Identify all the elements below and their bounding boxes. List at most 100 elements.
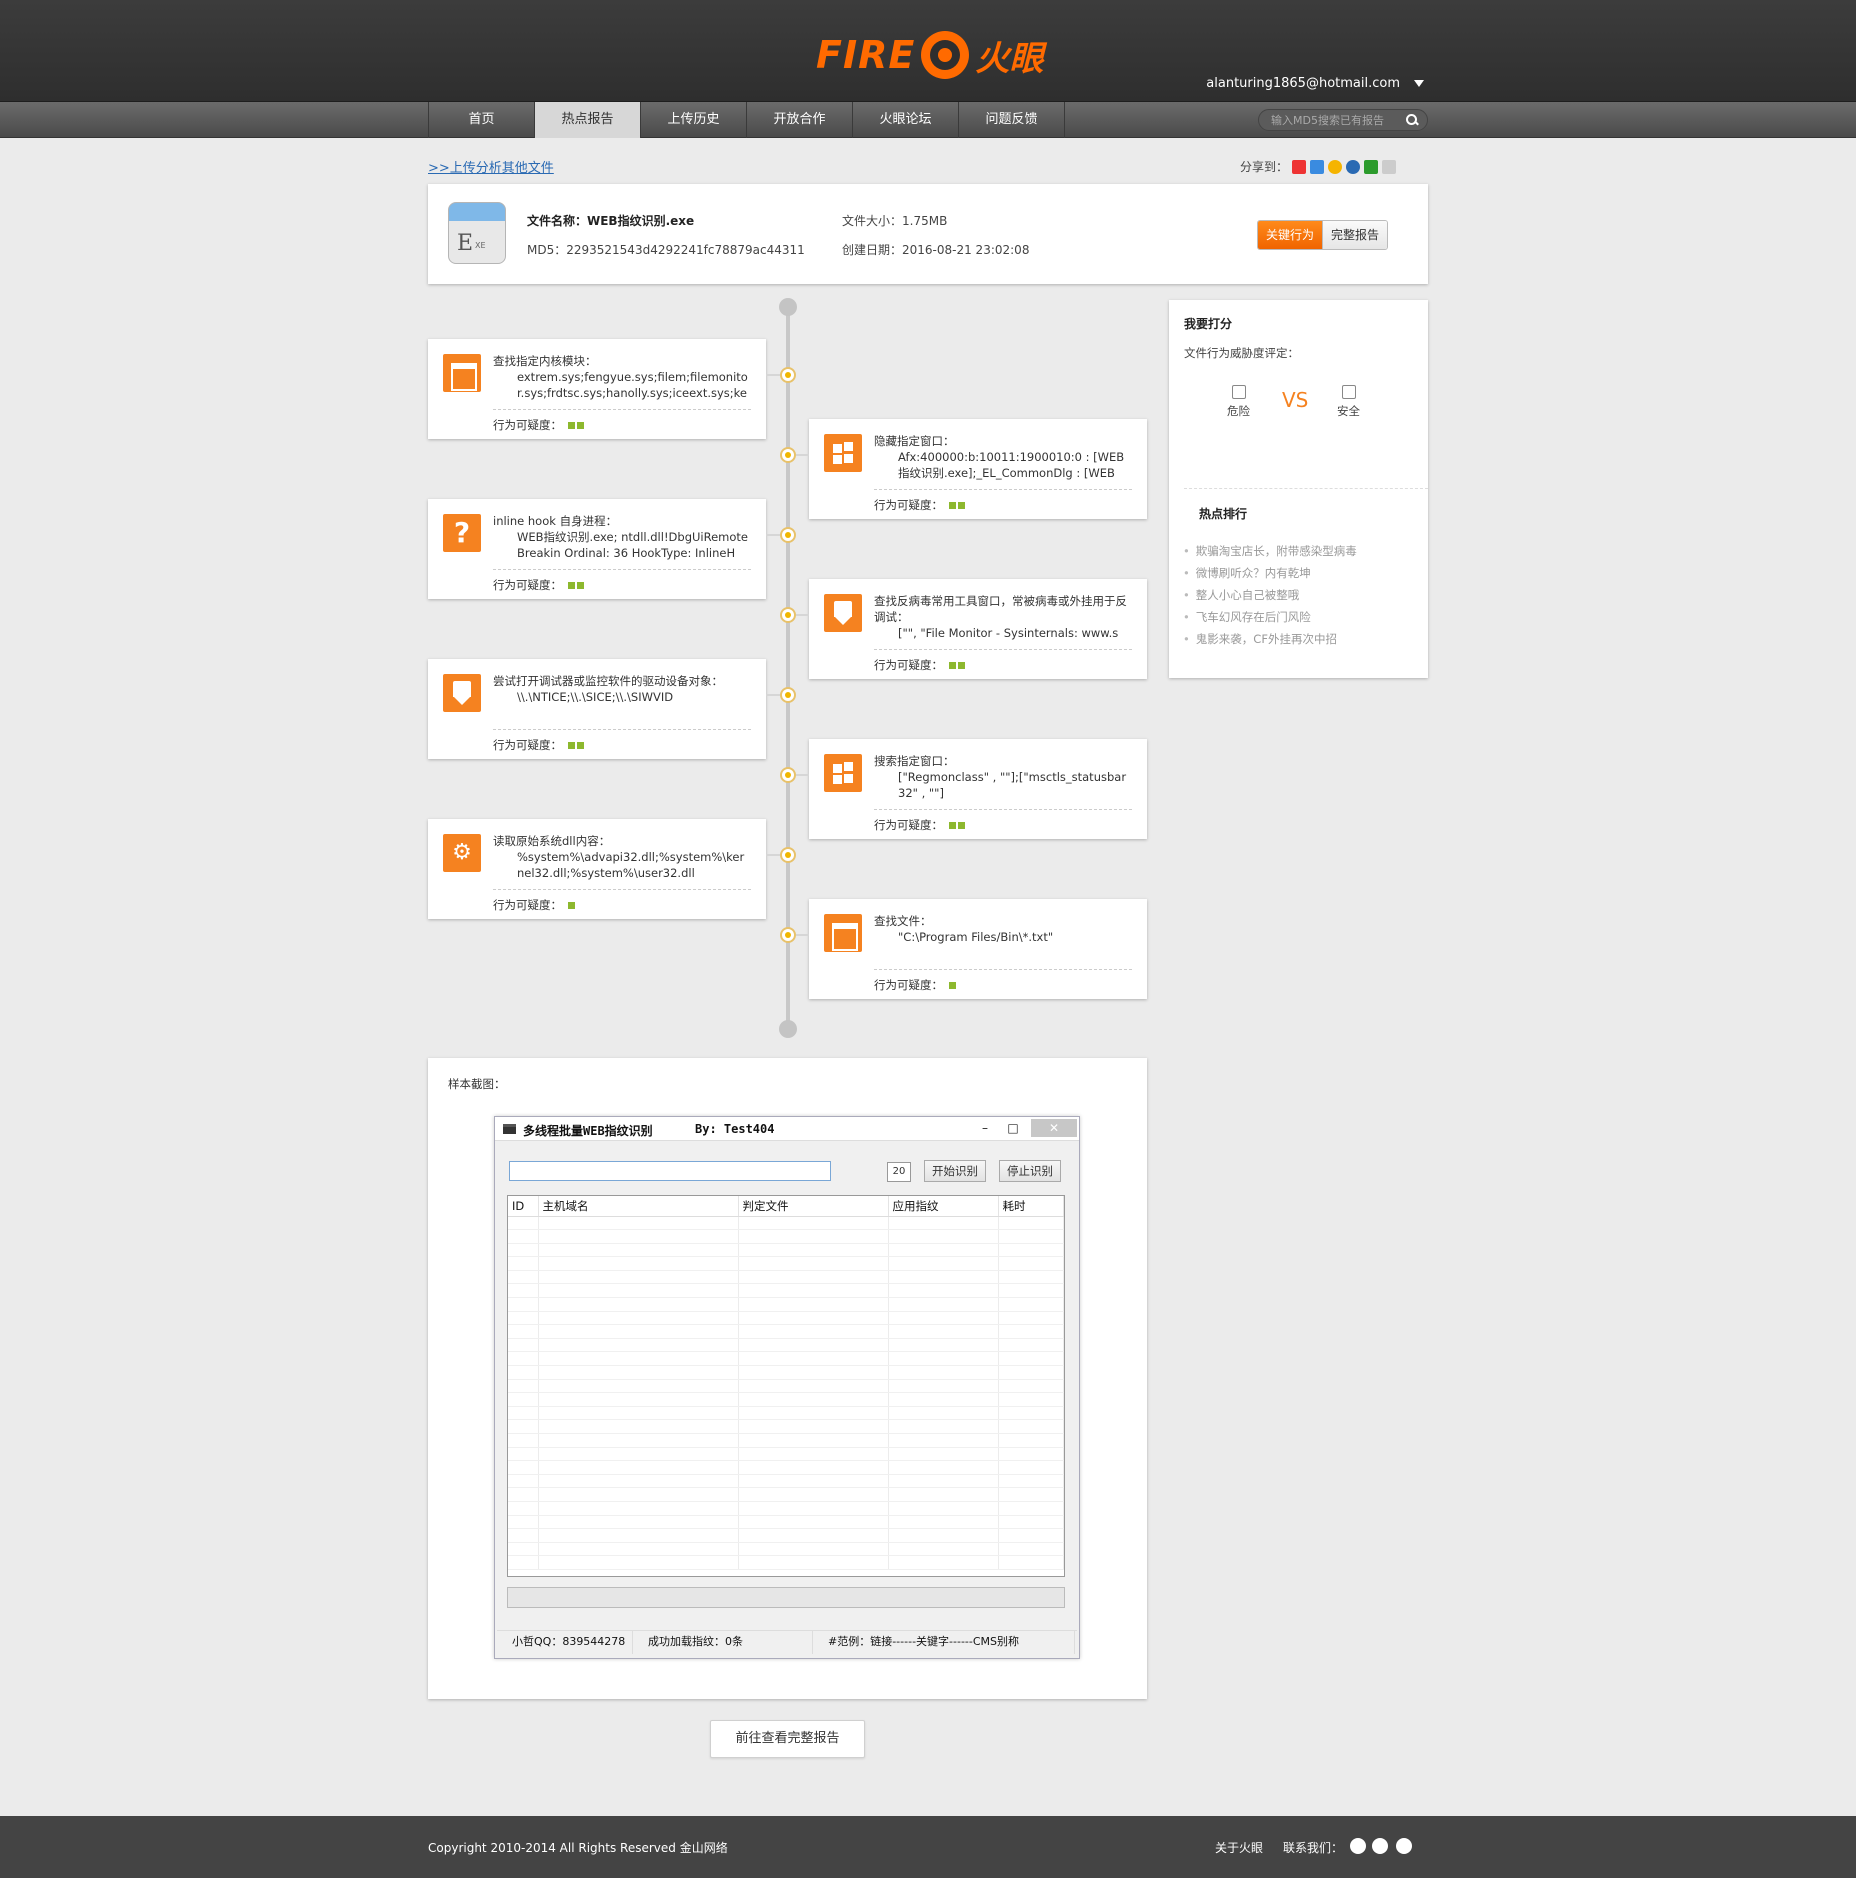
- suspicion-bars: [949, 981, 956, 989]
- file-md5: MD5：2293521543d4292241fc78879ac44311: [527, 243, 805, 257]
- md5-search-input[interactable]: [1271, 113, 1405, 127]
- app-table-row: [508, 1283, 1064, 1299]
- qq-icon[interactable]: [1396, 1838, 1412, 1854]
- suspicion-label: 行为可疑度：: [493, 898, 562, 912]
- key-behavior-button[interactable]: 关键行为: [1258, 221, 1323, 249]
- timeline-dot: [780, 687, 796, 703]
- timeline-connector: [766, 854, 780, 856]
- thumbs-down-icon: [1231, 385, 1246, 399]
- nav-tab[interactable]: 问题反馈: [959, 102, 1065, 138]
- eye-icon: [921, 31, 970, 79]
- behavior-card: ? inline hook 自身进程： WEB指纹识别.exe; ntdll.dll…: [428, 499, 766, 599]
- behavior-text: inline hook 自身进程： WEB指纹识别.exe; ntdll.dll!…: [493, 513, 751, 561]
- suspicion-label: 行为可疑度：: [493, 418, 562, 432]
- app-table-row: [508, 1392, 1064, 1407]
- behavior-detail: \\.\NTICE;\\.\SICE;\\.\SIWVID: [517, 690, 674, 704]
- app-window-icon: [503, 1124, 516, 1134]
- qzone-share-icon[interactable]: [1328, 159, 1343, 174]
- search-icon[interactable]: [1405, 113, 1419, 127]
- douban-share-icon[interactable]: [1364, 159, 1379, 174]
- file-info-card: E XE 文件名称：WEB指纹识别.exe MD5：2293521543d429…: [428, 184, 1428, 284]
- app-table-row: [508, 1229, 1064, 1244]
- timeline-start-cap: [779, 298, 797, 316]
- suspicion-bars: [568, 581, 584, 589]
- nav-tab[interactable]: 火眼论坛: [853, 102, 959, 138]
- logo-cn-text: 火眼: [975, 38, 1044, 79]
- behavior-card: ⚙ 读取原始系统dll内容： %system%\advapi32.dll;%syst…: [428, 819, 766, 919]
- user-menu[interactable]: alanturing1865@hotmail.com: [1206, 76, 1424, 91]
- user-email: alanturing1865@hotmail.com: [1206, 76, 1400, 91]
- timeline-dot: [780, 527, 796, 543]
- tencent-weibo-icon[interactable]: [1372, 1838, 1388, 1854]
- behavior-text: 尝试打开调试器或监控软件的驱动设备对象： \\.\NTICE;\\.\SICE;\…: [493, 673, 751, 721]
- suspicion-rating: 行为可疑度：: [493, 417, 584, 433]
- shield-icon: [824, 594, 862, 632]
- weibo-icon[interactable]: [1350, 1838, 1366, 1854]
- exe-file-icon: E XE: [448, 202, 506, 264]
- upload-other-file-link[interactable]: >>上传分析其他文件: [428, 157, 554, 176]
- full-report-tab-button[interactable]: 完整报告: [1322, 221, 1388, 249]
- app-table-row: [508, 1447, 1064, 1462]
- file-created-date: 创建日期：2016-08-21 23:02:08: [842, 243, 1030, 257]
- vote-danger-button[interactable]: 危险: [1227, 385, 1250, 419]
- weibo-share-icon[interactable]: [1292, 159, 1307, 174]
- suspicion-label: 行为可疑度：: [874, 498, 943, 512]
- behavior-divider: [874, 489, 1132, 490]
- renren-share-icon[interactable]: [1346, 159, 1361, 174]
- minimize-icon: –: [982, 1121, 988, 1135]
- nav-tab[interactable]: 上传历史: [641, 102, 747, 138]
- windows-logo-icon: [824, 754, 862, 792]
- app-stop-button: 停止识别: [999, 1160, 1061, 1182]
- exe-icon-sub: XE: [475, 241, 486, 250]
- rating-divider: [1184, 488, 1428, 489]
- timeline-line: [786, 305, 790, 1032]
- behavior-title: 读取原始系统dll内容：: [493, 834, 611, 848]
- behavior-card: 搜索指定窗口： ["Regmonclass" , ""];["msctls_sta…: [809, 739, 1147, 839]
- timeline-dot: [780, 447, 796, 463]
- suspicion-rating: 行为可疑度：: [493, 737, 584, 753]
- tencent-weibo-share-icon[interactable]: [1310, 159, 1325, 174]
- hot-ranking-item[interactable]: 鬼影来袭，CF外挂再次中招: [1183, 628, 1357, 650]
- behavior-divider: [874, 649, 1132, 650]
- app-table-row: [508, 1487, 1064, 1502]
- copy-link-icon[interactable]: [1382, 159, 1397, 174]
- behavior-divider: [493, 889, 751, 890]
- timeline-connector: [766, 374, 780, 376]
- app-column-header: 应用指纹: [888, 1196, 999, 1217]
- behavior-detail: %system%\advapi32.dll;%system%\kernel32.…: [517, 850, 745, 880]
- hot-ranking-item[interactable]: 飞车幻风存在后门风险: [1183, 606, 1357, 628]
- behavior-text: 隐藏指定窗口： Afx:400000:b:10011:1900010:0 : [W…: [874, 433, 1132, 481]
- gear-icon: ⚙: [443, 834, 481, 872]
- behavior-detail: ["Regmonclass" , ""];["msctls_statusbar3…: [898, 770, 1127, 800]
- rating-panel: 我要打分 文件行为威胁度评定： 危险 VS 安全 热点排行 欺骗淘宝店长，附带感…: [1169, 300, 1428, 678]
- app-table-row: [508, 1216, 1064, 1231]
- fire-logo[interactable]: FIRE 火眼: [816, 28, 1043, 82]
- suspicion-bars: [568, 901, 575, 909]
- hot-ranking-item[interactable]: 微博刷听众？内有乾坤: [1183, 562, 1357, 584]
- about-link[interactable]: 关于火眼: [1215, 1839, 1263, 1856]
- vote-safe-button[interactable]: 安全: [1337, 385, 1360, 419]
- nav-tab[interactable]: 开放合作: [747, 102, 853, 138]
- behavior-detail: WEB指纹识别.exe; ntdll.dll!DbgUiRemoteBreaki…: [517, 530, 748, 560]
- copyright: Copyright 2010-2014 All Rights Reserved …: [428, 1841, 728, 1855]
- behavior-text: 查找指定内核模块： extrem.sys;fengyue.sys;filem;fi…: [493, 353, 751, 401]
- app-table-row: [508, 1555, 1064, 1570]
- suspicion-rating: 行为可疑度：: [493, 897, 575, 913]
- app-column-header: 判定文件: [738, 1196, 889, 1217]
- chevron-down-icon[interactable]: [1414, 80, 1424, 87]
- nav-tab[interactable]: 首页: [429, 102, 535, 138]
- view-full-report-button[interactable]: 前往查看完整报告: [710, 1720, 865, 1758]
- timeline-dot: [780, 607, 796, 623]
- app-title: 多线程批量WEB指纹识别: [523, 1124, 653, 1138]
- app-table-row: [508, 1338, 1064, 1353]
- suspicion-rating: 行为可疑度：: [493, 577, 584, 593]
- nav-tabs: 首页 热点报告 上传历史 开放合作 火眼论坛 问题反馈: [428, 102, 1065, 138]
- behavior-title: inline hook 自身进程：: [493, 514, 618, 528]
- hot-ranking-item[interactable]: 整人小心自己被整哦: [1183, 584, 1357, 606]
- nav-tab[interactable]: 热点报告: [535, 102, 641, 138]
- behavior-text: 读取原始系统dll内容： %system%\advapi32.dll;%syste…: [493, 833, 751, 881]
- app-table-row: [508, 1270, 1064, 1285]
- sample-screenshot-card: 样本截图： 多线程批量WEB指纹识别 By: Test404 – □ ✕ 20 …: [428, 1058, 1147, 1699]
- hot-ranking-item[interactable]: 欺骗淘宝店长，附带感染型病毒: [1183, 540, 1357, 562]
- share-label: 分享到：: [1240, 160, 1289, 174]
